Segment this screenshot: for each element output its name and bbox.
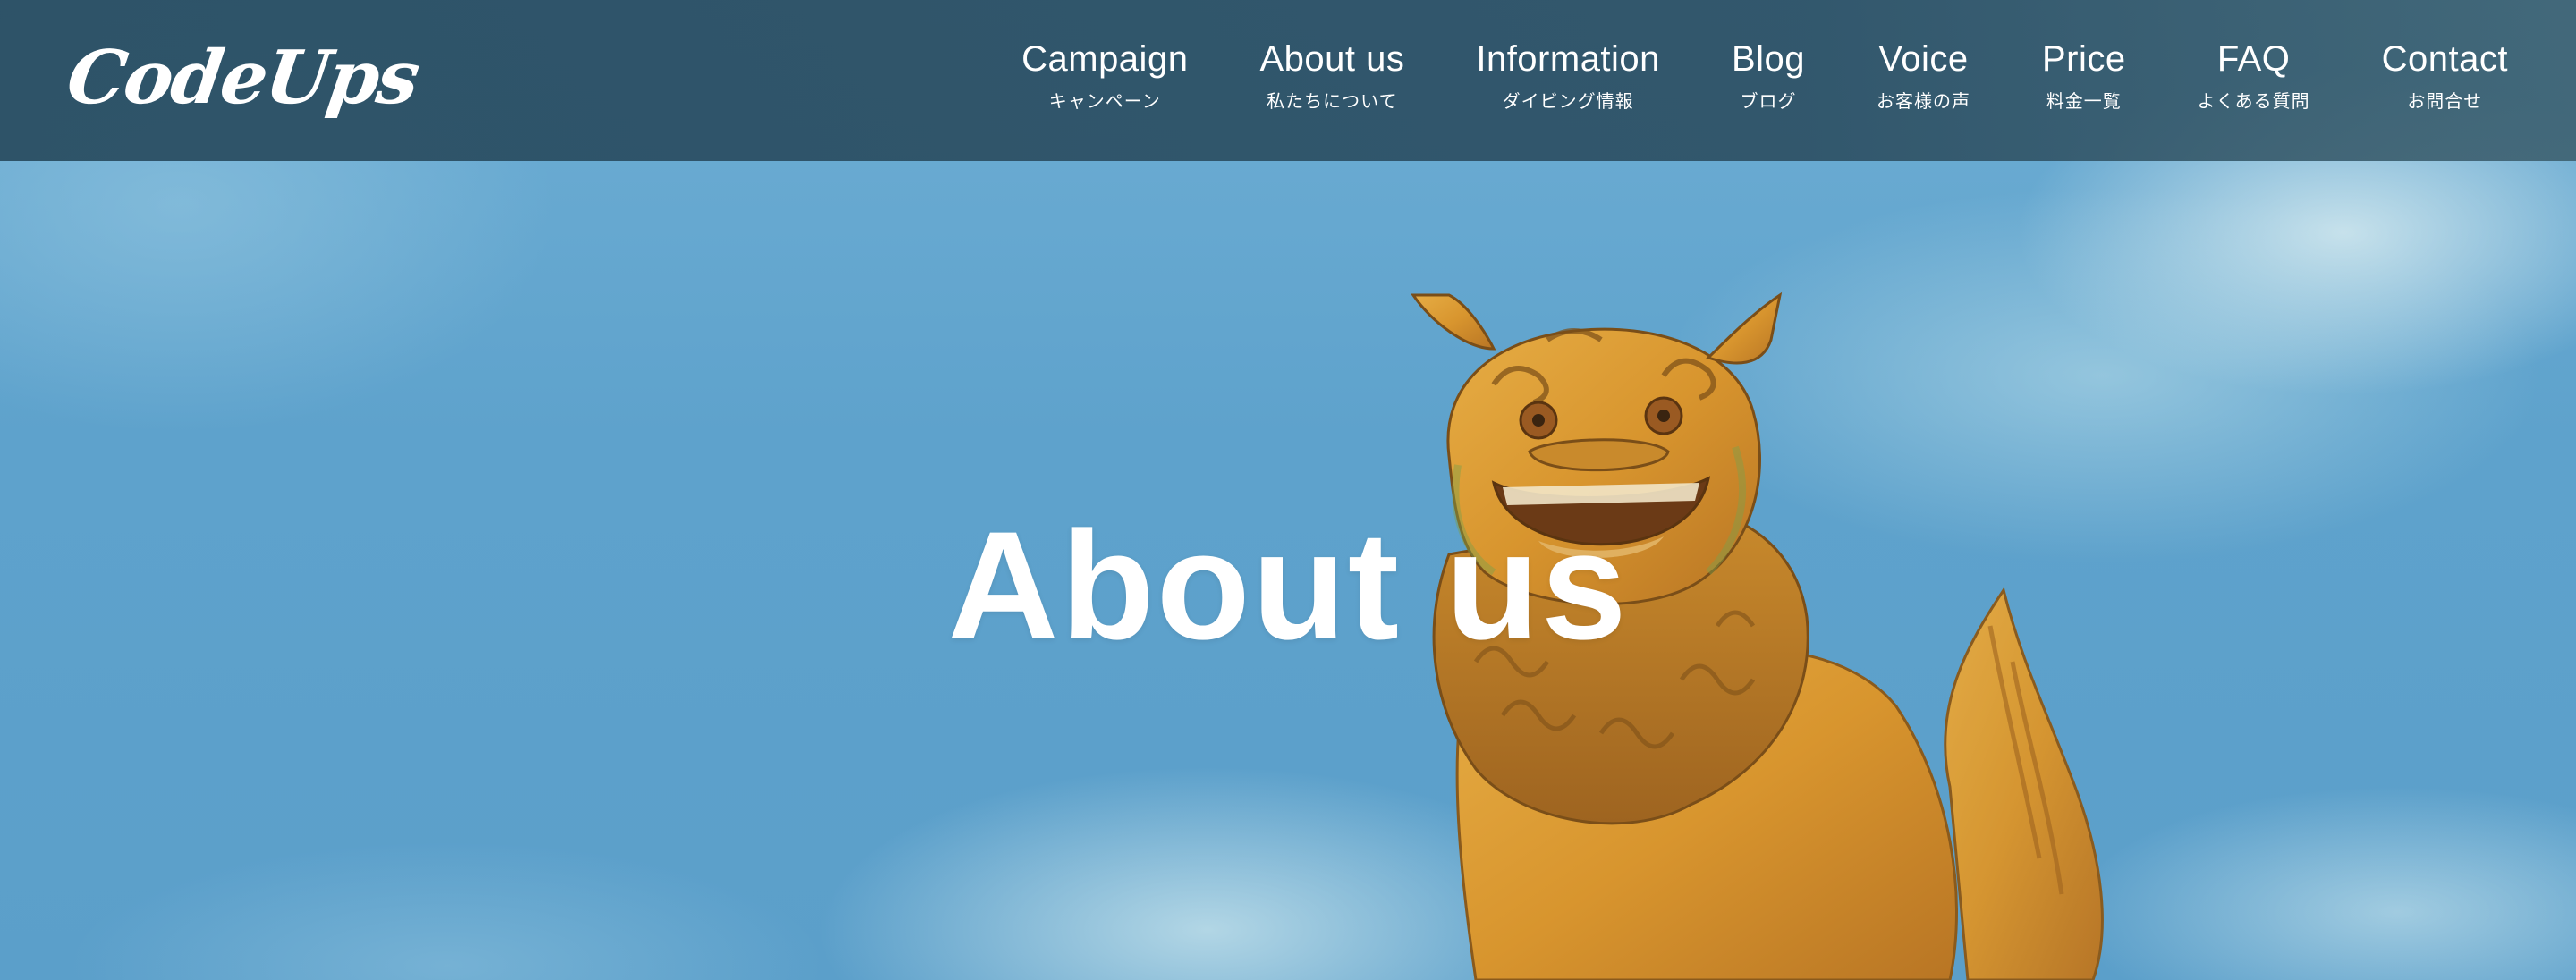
nav-item-information[interactable]: Information ダイビング情報 bbox=[1476, 34, 1660, 114]
nav-item-blog[interactable]: Blog ブログ bbox=[1732, 34, 1805, 114]
nav-item-faq[interactable]: FAQ よくある質問 bbox=[2198, 34, 2310, 114]
nav-item-label: Price bbox=[2042, 39, 2126, 79]
page: CodeUps Campaign キャンペーン About us 私たちについて… bbox=[0, 0, 2576, 980]
global-nav: Campaign キャンペーン About us 私たちについて Informa… bbox=[1021, 34, 2508, 114]
nav-item-sublabel: キャンペーン bbox=[1048, 90, 1161, 112]
nav-item-sublabel: お客様の声 bbox=[1877, 90, 1970, 112]
nav-item-sublabel: ブログ bbox=[1740, 90, 1797, 112]
nav-item-label: Voice bbox=[1878, 39, 1969, 79]
nav-item-label: Information bbox=[1476, 39, 1660, 79]
nav-item-label: Contact bbox=[2381, 39, 2508, 79]
nav-item-label: Blog bbox=[1731, 39, 1805, 79]
hero-title: About us bbox=[947, 500, 1629, 672]
nav-item-price[interactable]: Price 料金一覧 bbox=[2042, 34, 2126, 114]
nav-item-sublabel: よくある質問 bbox=[2197, 90, 2310, 112]
nav-item-sublabel: 料金一覧 bbox=[2046, 90, 2122, 112]
nav-item-label: Campaign bbox=[1021, 39, 1189, 79]
nav-item-about-us[interactable]: About us 私たちについて bbox=[1259, 34, 1404, 114]
nav-item-sublabel: 私たちについて bbox=[1267, 90, 1398, 112]
site-logo[interactable]: CodeUps bbox=[60, 20, 426, 136]
nav-item-sublabel: お問合せ bbox=[2407, 90, 2483, 112]
site-header: CodeUps Campaign キャンペーン About us 私たちについて… bbox=[0, 0, 2576, 161]
nav-item-campaign[interactable]: Campaign キャンペーン bbox=[1021, 34, 1188, 114]
nav-item-voice[interactable]: Voice お客様の声 bbox=[1877, 34, 1970, 114]
nav-item-label: About us bbox=[1259, 39, 1405, 79]
nav-item-sublabel: ダイビング情報 bbox=[1502, 90, 1634, 112]
nav-item-contact[interactable]: Contact お問合せ bbox=[2382, 34, 2508, 114]
nav-item-label: FAQ bbox=[2216, 39, 2291, 79]
